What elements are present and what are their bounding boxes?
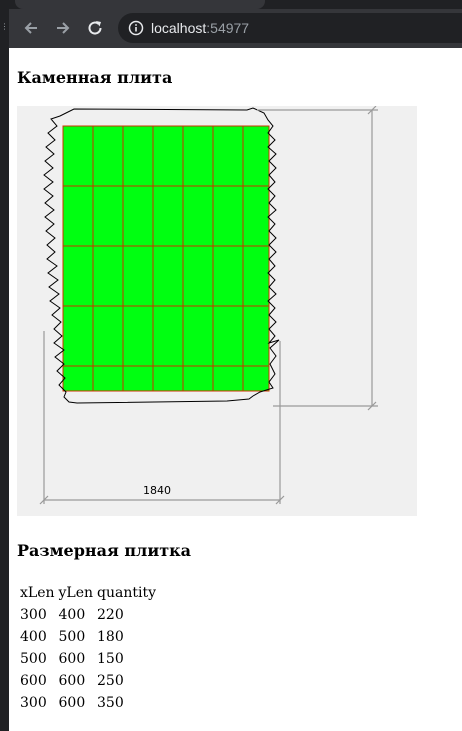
stone-slab-drawing: 1840 [17,106,417,516]
tile [212,185,244,247]
tile [92,185,124,247]
tile [212,125,244,187]
tile [92,245,124,307]
tiles-table: xLen yLen quantity 300 400 220 400 500 1… [17,581,159,715]
arrow-right-icon [57,22,70,34]
cell-quantity: 220 [97,607,124,623]
url-text[interactable]: localhost:54977 [151,20,249,36]
tile [242,185,270,247]
arrow-left-icon [24,22,37,34]
tile [182,305,214,367]
table-row: 300 400 220 [19,605,157,625]
column-header-ylen: yLen [58,585,94,601]
reload-icon [88,21,102,35]
cell-ylen: 500 [58,629,86,645]
tile [152,245,184,307]
table-row: 300 600 350 [19,693,157,713]
tab-strip [9,0,462,9]
cell-xlen: 300 [20,695,47,711]
tile [122,185,154,247]
cell-ylen: 600 [58,695,86,711]
reload-button[interactable] [83,16,107,40]
cell-quantity: 350 [97,695,124,711]
tile [62,305,94,367]
tile [152,365,184,392]
table-row: 500 600 150 [19,649,157,669]
tile [182,245,214,307]
tile [92,305,124,367]
url-port: :54977 [206,20,250,36]
tile [242,125,270,187]
cell-xlen: 500 [20,651,47,667]
tile [122,245,154,307]
tile [152,185,184,247]
tile [92,365,124,392]
cell-quantity: 150 [97,651,124,667]
column-header-xlen: xLen [20,585,55,601]
info-icon[interactable] [128,20,144,40]
table-header-row: xLen yLen quantity [19,583,157,603]
tile [62,365,94,392]
active-tab[interactable] [15,0,265,9]
table-row: 400 500 180 [19,627,157,647]
tile [62,245,94,307]
tile-layout [62,125,270,392]
browser-toolbar: localhost:54977 [9,0,462,48]
tile [242,365,270,392]
tile [122,365,154,392]
url-host: localhost [151,20,207,36]
forward-button[interactable] [51,16,75,40]
left-window-edge: ⋮ [0,0,9,731]
tile [62,125,94,187]
address-bar[interactable]: localhost:54977 [118,13,462,43]
tile [92,125,124,187]
cell-quantity: 250 [97,673,124,689]
tile [152,305,184,367]
cell-xlen: 400 [20,629,47,645]
stone-slab-heading: Каменная плита [17,68,173,87]
slab-canvas: 1840 [39,106,378,505]
cell-ylen: 600 [58,651,86,667]
tile [182,185,214,247]
tile [242,245,270,307]
back-button[interactable] [19,16,43,40]
cell-xlen: 300 [20,607,47,623]
tile [212,305,244,367]
tile [212,245,244,307]
tile [242,305,270,367]
height-dimension [257,106,378,411]
cell-quantity: 180 [97,629,124,645]
tile [62,185,94,247]
tile [122,125,154,187]
tile [182,365,214,392]
cell-ylen: 400 [58,607,86,623]
tile [152,125,184,187]
table-row: 600 600 250 [19,671,157,691]
dimensional-tiles-heading: Размерная плитка [17,541,192,560]
tile [122,305,154,367]
width-dimension-label: 1840 [143,484,171,497]
cell-ylen: 600 [58,673,86,689]
cell-xlen: 600 [20,673,47,689]
column-header-quantity: quantity [97,585,156,601]
edge-artifact: ⋮ [0,22,9,31]
tile [182,125,214,187]
tile [212,365,244,392]
